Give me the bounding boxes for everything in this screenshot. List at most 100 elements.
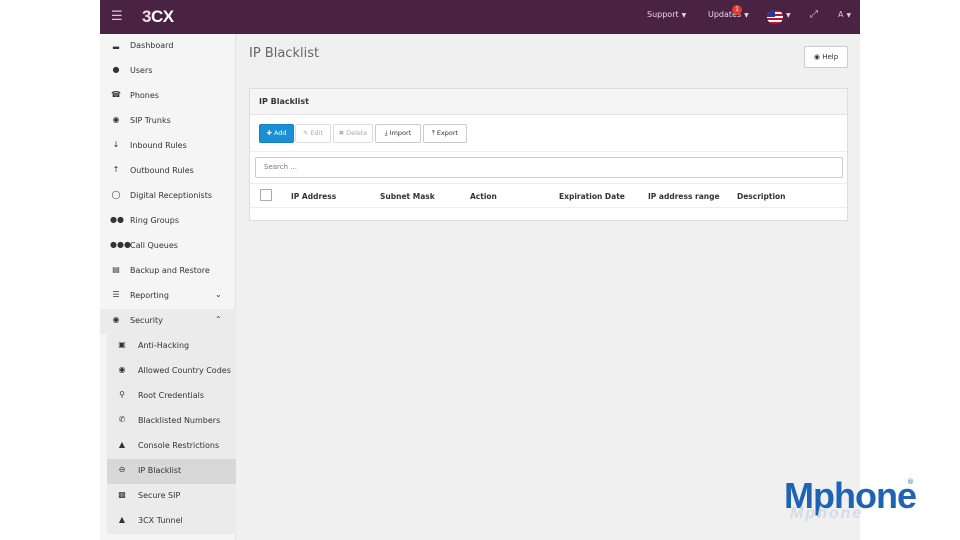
select-all-checkbox[interactable]	[260, 189, 272, 201]
us-flag-icon[interactable]	[767, 10, 783, 24]
sidebar-item-label: Root Credentials	[138, 391, 205, 400]
top-navbar: ☰ 3CX Support ▼ Updates ▼ 1 ▼ ⤢ A ▼	[100, 0, 860, 34]
sidebar-item-label: Ring Groups	[130, 216, 179, 225]
sidebar: ▂ Dashboard ● Users ☎ Phones ◉ SIP Trunk…	[100, 34, 236, 540]
sidebar-item-backup-restore[interactable]: ▤ Backup and Restore	[100, 259, 236, 284]
caret-down-icon: ▼	[681, 12, 687, 19]
sidebar-item-label: Digital Receptionists	[130, 191, 213, 200]
column-header-description[interactable]: Description	[737, 192, 786, 201]
add-label: Add	[273, 129, 287, 137]
sidebar-item-users[interactable]: ● Users	[100, 59, 236, 84]
hamburger-icon[interactable]: ☰	[111, 9, 123, 24]
sidebar-item-digital-receptionists[interactable]: ◯ Digital Receptionists	[100, 184, 236, 209]
column-header-action[interactable]: Action	[470, 192, 497, 201]
column-header-ip-address[interactable]: IP Address	[291, 192, 336, 201]
sidebar-item-reporting[interactable]: ☰ Reporting ⌄	[100, 284, 236, 309]
flag-canton	[767, 10, 775, 17]
divider	[250, 183, 847, 184]
phone-icon: ☎	[111, 90, 121, 99]
sidebar-subitem-root-credentials[interactable]: ⚲ Root Credentials	[107, 384, 236, 409]
sidebar-subitem-allowed-country-codes[interactable]: ◉ Allowed Country Codes	[107, 359, 236, 384]
help-label: Help	[822, 53, 839, 61]
help-button[interactable]: ◉ Help	[804, 46, 848, 68]
ip-blacklist-panel: IP Blacklist ✚ Add ✎ Edit ✖ Delete ⤓ Imp…	[249, 88, 848, 221]
fullscreen-icon[interactable]: ⤢	[810, 9, 818, 20]
sidebar-item-outbound-rules[interactable]: ↑ Outbound Rules	[100, 159, 236, 184]
sidebar-item-label: Users	[130, 66, 153, 75]
help-icon: ◉	[813, 53, 823, 61]
sidebar-item-sip-trunks[interactable]: ◉ SIP Trunks	[100, 109, 236, 134]
sidebar-item-label: Security	[130, 316, 163, 325]
search-input[interactable]: Search ...	[255, 157, 843, 178]
sidebar-item-label: Anti-Hacking	[138, 341, 190, 350]
registered-mark: ®	[907, 478, 914, 486]
sidebar-item-label: Call Queues	[130, 241, 178, 250]
panel-title: IP Blacklist	[259, 97, 309, 106]
users-icon: ●●●	[110, 240, 131, 249]
shield-icon: ◉	[112, 315, 120, 324]
sidebar-item-label: Phones	[130, 91, 159, 100]
briefcase-icon: ▣	[118, 340, 126, 349]
group-icon: ●●	[110, 215, 124, 224]
panel-header: IP Blacklist	[250, 89, 847, 115]
headset-icon: ◯	[111, 190, 121, 199]
sidebar-item-ring-groups[interactable]: ●● Ring Groups	[100, 209, 236, 234]
sidebar-subitem-console-restrictions[interactable]: ▲ Console Restrictions	[107, 434, 236, 459]
sidebar-item-security[interactable]: ◉ Security ⌃	[100, 309, 236, 334]
sidebar-item-dashboard[interactable]: ▂ Dashboard	[100, 34, 236, 59]
sidebar-item-label: Allowed Country Codes	[138, 366, 231, 375]
import-label: Import	[389, 129, 412, 137]
app-window: ☰ 3CX Support ▼ Updates ▼ 1 ▼ ⤢ A ▼ ▂ Dashb…	[100, 0, 860, 540]
user-icon: ●	[112, 65, 120, 74]
import-button[interactable]: ⤓ Import	[375, 124, 421, 143]
edit-button[interactable]: ✎ Edit	[295, 124, 331, 143]
sidebar-item-label: Dashboard	[130, 41, 174, 50]
updates-badge: 1	[732, 5, 742, 15]
language-caret-icon[interactable]: ▼	[786, 10, 791, 19]
sidebar-item-label: Blacklisted Numbers	[138, 416, 221, 425]
sidebar-item-label: SIP Trunks	[130, 116, 171, 125]
column-header-expiration-date[interactable]: Expiration Date	[559, 192, 625, 201]
divider	[250, 151, 847, 152]
plus-icon: ✚	[266, 129, 274, 137]
sidebar-item-label: Inbound Rules	[130, 141, 187, 150]
logo[interactable]: 3CX	[142, 7, 174, 27]
chevron-down-icon: ⌄	[215, 290, 222, 299]
sidebar-subitem-ip-blacklist[interactable]: ⊖ IP Blacklist	[107, 459, 236, 484]
road-icon: ▲	[118, 515, 126, 524]
updates-menu[interactable]: Updates ▼	[708, 10, 749, 19]
sidebar-subitem-blacklisted-numbers[interactable]: ✆ Blacklisted Numbers	[107, 409, 236, 434]
page-title: IP Blacklist	[249, 46, 320, 61]
support-menu[interactable]: Support ▼	[647, 10, 686, 19]
sidebar-subitem-3cx-tunnel[interactable]: ▲ 3CX Tunnel	[107, 509, 236, 534]
bar-chart-icon: ▂	[112, 40, 120, 49]
user-label: A	[838, 10, 844, 19]
delete-button[interactable]: ✖ Delete	[333, 124, 373, 143]
sidebar-item-label: Secure SIP	[138, 491, 181, 500]
sidebar-item-inbound-rules[interactable]: ↓ Inbound Rules	[100, 134, 236, 159]
sidebar-subitem-anti-hacking[interactable]: ▣ Anti-Hacking	[107, 334, 236, 359]
column-header-ip-address-range[interactable]: IP address range	[648, 192, 720, 201]
arrow-up-icon: ↑	[112, 165, 120, 174]
globe-icon: ◉	[118, 365, 126, 374]
phone-icon: ✆	[118, 415, 126, 424]
support-label: Support	[647, 10, 679, 19]
key-icon: ⚲	[119, 390, 125, 399]
export-button[interactable]: ⤒ Export	[423, 124, 467, 143]
column-header-subnet-mask[interactable]: Subnet Mask	[380, 192, 435, 201]
database-icon: ▤	[112, 265, 120, 274]
add-button[interactable]: ✚ Add	[259, 124, 294, 143]
globe-icon: ◉	[112, 115, 120, 124]
sidebar-item-call-queues[interactable]: ●●● Call Queues	[100, 234, 236, 259]
x-icon: ✖	[338, 129, 347, 137]
user-menu[interactable]: A ▼	[838, 10, 851, 19]
delete-label: Delete	[346, 129, 368, 137]
minus-circle-icon: ⊖	[118, 465, 126, 474]
sidebar-item-label: IP Blacklist	[138, 466, 182, 475]
sidebar-item-label: Backup and Restore	[130, 266, 210, 275]
caret-down-icon: ▼	[846, 12, 852, 19]
sidebar-item-phones[interactable]: ☎ Phones	[100, 84, 236, 109]
sidebar-item-label: Reporting	[130, 291, 169, 300]
sidebar-subitem-secure-sip[interactable]: ▩ Secure SIP	[107, 484, 236, 509]
sidebar-item-label: Outbound Rules	[130, 166, 194, 175]
